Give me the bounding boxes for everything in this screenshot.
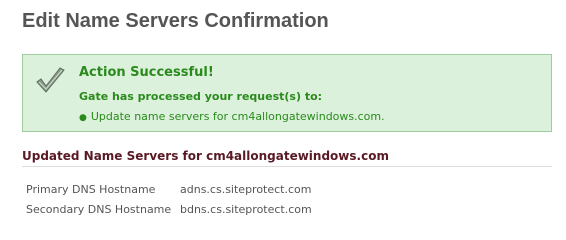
primary-dns-value: adns.cs.siteprotect.com: [180, 183, 312, 196]
section-title: Updated Name Servers for cm4allongatewin…: [22, 149, 389, 163]
secondary-dns-label: Secondary DNS Hostname: [26, 203, 172, 216]
success-message-box: Action Successful! Gate has processed yo…: [22, 54, 552, 132]
checkmark-icon: [36, 67, 65, 93]
divider: [22, 166, 552, 167]
success-title: Action Successful!: [79, 65, 214, 80]
secondary-dns-value: bdns.cs.siteprotect.com: [180, 203, 312, 216]
success-item-text: Update name servers for cm4allongatewind…: [90, 110, 385, 123]
secondary-dns-row: Secondary DNS Hostname bdns.cs.siteprotec…: [26, 203, 312, 216]
success-list-item: ● Update name servers for cm4allongatewin…: [79, 110, 385, 123]
page-title: Edit Name Servers Confirmation: [22, 10, 329, 32]
bullet-icon: ●: [79, 113, 87, 123]
primary-dns-label: Primary DNS Hostname: [26, 183, 156, 196]
success-subtitle: Gate has processed your request(s) to:: [79, 90, 323, 103]
primary-dns-row: Primary DNS Hostname adns.cs.siteprotect.…: [26, 183, 312, 196]
